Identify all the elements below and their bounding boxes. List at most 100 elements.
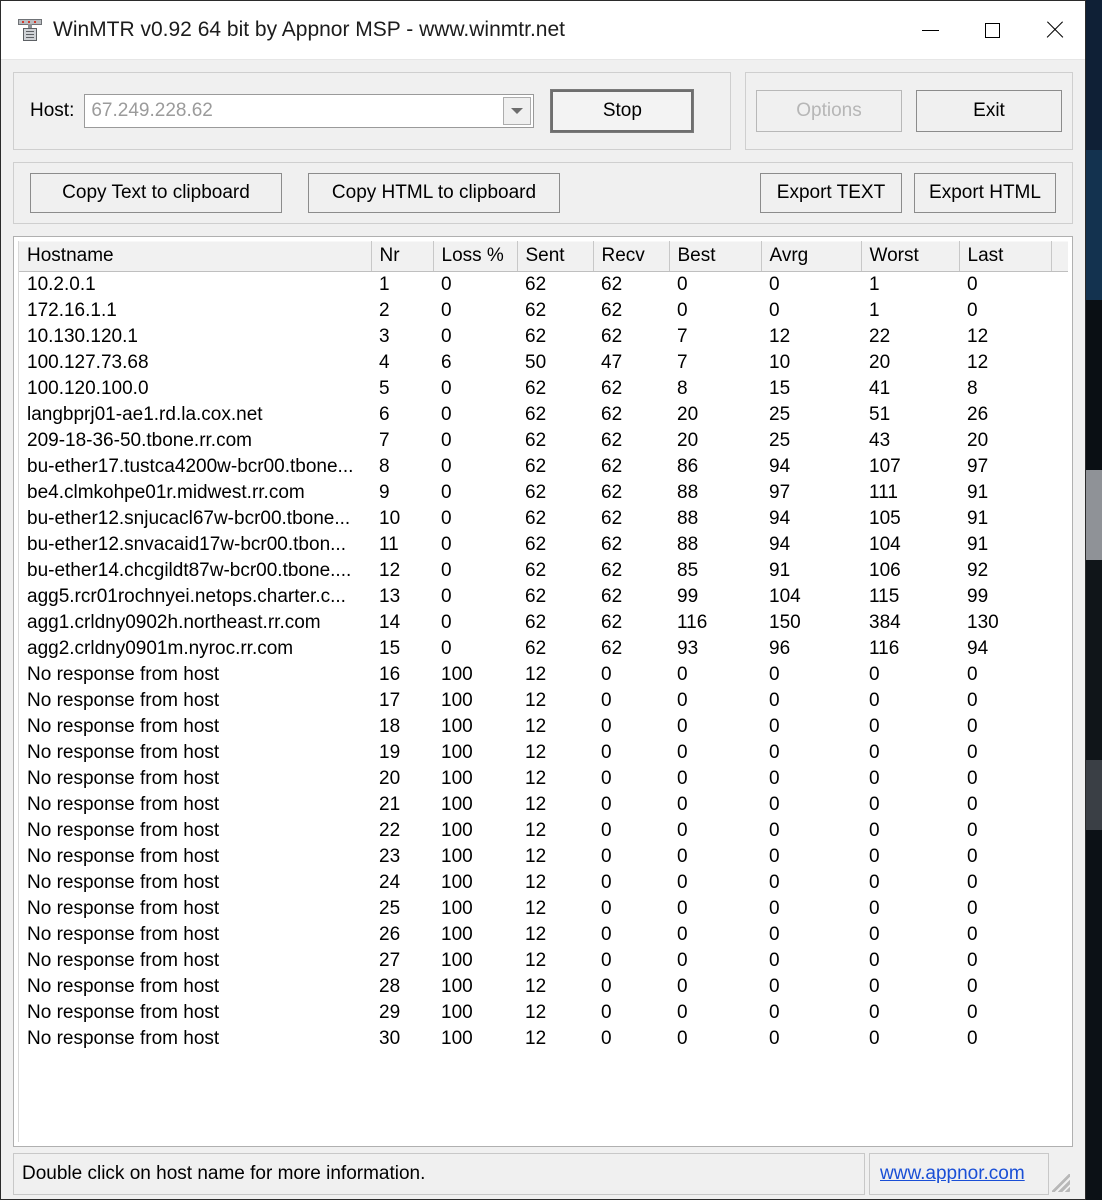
cell-hostname: No response from host	[27, 898, 220, 919]
stop-button[interactable]: Stop	[550, 89, 695, 133]
cell-last: 12	[967, 352, 989, 373]
cell-loss: 100	[441, 664, 473, 685]
table-row[interactable]: No response from host 28 100 12 0 0 0 0 0	[19, 974, 1068, 1000]
table-row[interactable]: 100.120.100.0 5 0 62 62 8 15 41 8	[19, 376, 1068, 402]
table-row[interactable]: No response from host 25 100 12 0 0 0 0 0	[19, 896, 1068, 922]
table-row[interactable]: agg2.crldny0901m.nyroc.rr.com 15 0 62 62 93 96…	[19, 636, 1068, 662]
table-row[interactable]: 10.2.0.1 1 0 62 62 0 0 1 0	[19, 272, 1068, 298]
table-row[interactable]: bu-ether12.snvacaid17w-bcr00.tbon... 11 0 6…	[19, 532, 1068, 558]
cell-loss: 0	[441, 482, 452, 503]
close-icon[interactable]	[1023, 1, 1085, 59]
export-text-button[interactable]: Export TEXT	[760, 173, 902, 213]
cell-avrg: 10	[769, 352, 791, 373]
column-header-hostname[interactable]: Hostname	[19, 241, 372, 272]
column-header-best[interactable]: Best	[669, 241, 762, 272]
cell-	[1051, 844, 1068, 870]
table-row[interactable]: agg5.rcr01rochnyei.netops.charter.c... 13…	[19, 584, 1068, 610]
top-controls-row: Host: 67.249.228.62 Stop Options Exit	[13, 72, 1073, 150]
table-row[interactable]: 172.16.1.1 2 0 62 62 0 0 1 0	[19, 298, 1068, 324]
clipboard-export-group: Copy Text to clipboard Copy HTML to clip…	[13, 162, 1073, 224]
cell-last: 0	[967, 976, 978, 997]
cell-sent: 12	[525, 768, 547, 789]
listview-inner: Hostname Nr Loss % Sent Recv Best Avrg Worst Las…	[18, 241, 1068, 1142]
cell-last: 130	[967, 612, 999, 633]
cell-sent: 62	[525, 560, 547, 581]
cell-avrg: 0	[769, 846, 780, 867]
table-row[interactable]: bu-ether14.chcgildt87w-bcr00.tbone.... 12…	[19, 558, 1068, 584]
copy-text-to-clipboard-button[interactable]: Copy Text to clipboard	[30, 173, 282, 213]
cell-sent: 12	[525, 976, 547, 997]
cell-avrg: 0	[769, 768, 780, 789]
cell-last: 0	[967, 690, 978, 711]
cell-nr: 19	[379, 742, 401, 763]
cell-sent: 62	[525, 638, 547, 659]
table-row[interactable]: 209-18-36-50.tbone.rr.com 7 0 62 62 20 25 43 20	[19, 428, 1068, 454]
table-row[interactable]: No response from host 23 100 12 0 0 0 0 0	[19, 844, 1068, 870]
host-input[interactable]: 67.249.228.62	[84, 94, 535, 128]
cell-	[1051, 688, 1068, 714]
table-row[interactable]: bu-ether12.snjucacl67w-bcr00.tbone... 10 0…	[19, 506, 1068, 532]
table-row[interactable]: No response from host 24 100 12 0 0 0 0 0	[19, 870, 1068, 896]
table-row[interactable]: No response from host 30 100 12 0 0 0 0 0	[19, 1026, 1068, 1052]
table-body-scroll[interactable]: 10.2.0.1 1 0 62 62 0 0 1 0 172.16.1.1 2 0 62 62 0 0 1 0 10…	[19, 272, 1068, 1142]
cell-last: 0	[967, 742, 978, 763]
chevron-down-icon[interactable]	[503, 97, 532, 125]
table-row[interactable]: No response from host 21 100 12 0 0 0 0 0	[19, 792, 1068, 818]
table-row[interactable]: No response from host 19 100 12 0 0 0 0 0	[19, 740, 1068, 766]
cell-last: 92	[967, 560, 989, 581]
cell-nr: 30	[379, 1028, 401, 1049]
table-row[interactable]: No response from host 29 100 12 0 0 0 0 0	[19, 1000, 1068, 1026]
column-header-sent[interactable]: Sent	[517, 241, 594, 272]
maximize-icon[interactable]	[961, 1, 1023, 59]
cell-best: 20	[677, 430, 699, 451]
minimize-icon[interactable]	[899, 1, 961, 59]
column-header-avrg[interactable]: Avrg	[761, 241, 862, 272]
host-group: Host: 67.249.228.62 Stop	[13, 72, 731, 150]
table-row[interactable]: agg1.crldny0902h.northeast.rr.com 14 0 62 62…	[19, 610, 1068, 636]
table-row[interactable]: No response from host 20 100 12 0 0 0 0 0	[19, 766, 1068, 792]
resize-grip[interactable]	[1049, 1153, 1073, 1195]
appnor-link[interactable]: www.appnor.com	[880, 1163, 1025, 1185]
table-row[interactable]: No response from host 27 100 12 0 0 0 0 0	[19, 948, 1068, 974]
column-header-last[interactable]: Last	[959, 241, 1052, 272]
cell-best: 0	[677, 768, 688, 789]
table-row[interactable]: No response from host 26 100 12 0 0 0 0 0	[19, 922, 1068, 948]
cell-last: 12	[967, 326, 989, 347]
cell-	[1051, 454, 1068, 480]
cell-	[1051, 1000, 1068, 1026]
title-bar[interactable]: WinMTR v0.92 64 bit by Appnor MSP - www.…	[1, 1, 1085, 60]
column-header-nr[interactable]: Nr	[371, 241, 434, 272]
table-row[interactable]: langbprj01-ae1.rd.la.cox.net 6 0 62 62 20 25 51…	[19, 402, 1068, 428]
column-header-recv[interactable]: Recv	[593, 241, 670, 272]
status-link-pane[interactable]: www.appnor.com	[869, 1153, 1049, 1195]
cell-recv: 62	[601, 482, 623, 503]
table-row[interactable]: bu-ether17.tustca4200w-bcr00.tbone... 8 0 6…	[19, 454, 1068, 480]
cell-	[1051, 350, 1068, 376]
cell-best: 88	[677, 482, 699, 503]
column-header-loss[interactable]: Loss %	[433, 241, 518, 272]
export-html-button[interactable]: Export HTML	[914, 173, 1056, 213]
table-row[interactable]: No response from host 16 100 12 0 0 0 0 0	[19, 662, 1068, 688]
cell-avrg: 0	[769, 1028, 780, 1049]
options-button[interactable]: Options	[756, 90, 902, 132]
table-row[interactable]: be4.clmkohpe01r.midwest.rr.com 9 0 62 62 88 97…	[19, 480, 1068, 506]
table-row[interactable]: 10.130.120.1 3 0 62 62 7 12 22 12	[19, 324, 1068, 350]
table-row[interactable]: 100.127.73.68 4 6 50 47 7 10 20 12	[19, 350, 1068, 376]
cell-loss: 100	[441, 924, 473, 945]
cell-sent: 62	[525, 534, 547, 555]
cell-hostname: No response from host	[27, 924, 220, 945]
column-header-worst[interactable]: Worst	[861, 241, 960, 272]
copy-html-to-clipboard-button[interactable]: Copy HTML to clipboard	[308, 173, 560, 213]
cell-worst: 0	[869, 872, 880, 893]
cell-recv: 0	[601, 1028, 612, 1049]
column-header-blank[interactable]	[1051, 241, 1068, 272]
table-row[interactable]: No response from host 17 100 12 0 0 0 0 0	[19, 688, 1068, 714]
exit-button[interactable]: Exit	[916, 90, 1062, 132]
cell-worst: 111	[869, 482, 898, 503]
table-row[interactable]: No response from host 22 100 12 0 0 0 0 0	[19, 818, 1068, 844]
cell-recv: 62	[601, 430, 623, 451]
cell-best: 8	[677, 378, 688, 399]
table-row[interactable]: No response from host 18 100 12 0 0 0 0 0	[19, 714, 1068, 740]
trace-results-listview[interactable]: Hostname Nr Loss % Sent Recv Best Avrg Worst Las…	[13, 236, 1073, 1147]
cell-nr: 21	[379, 794, 401, 815]
